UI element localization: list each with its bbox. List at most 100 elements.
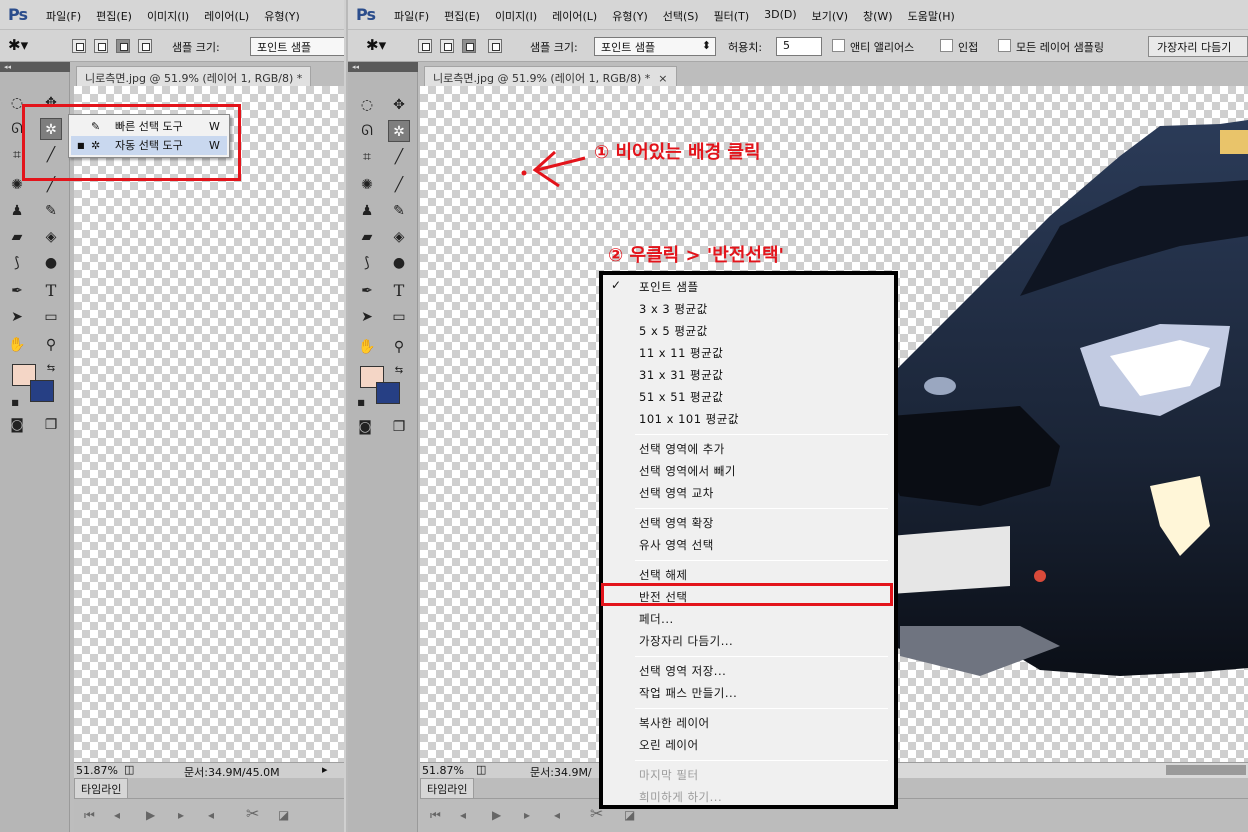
screen-mode-icon[interactable]: ❐ xyxy=(40,414,62,436)
context-menu-item[interactable]: 오린 레이어 xyxy=(609,735,890,756)
stamp-icon-right[interactable]: ♟ xyxy=(356,200,378,222)
add-selection-icon-right[interactable] xyxy=(440,39,454,53)
refine-edge-button[interactable]: 가장자리 다듬기 xyxy=(1148,36,1248,57)
left-menu-item[interactable]: 이미지(I) xyxy=(147,8,189,24)
context-menu-item[interactable]: 선택 영역에서 빼기 xyxy=(609,461,890,482)
background-color-swatch[interactable] xyxy=(30,380,54,402)
timeline-tab-right[interactable]: 타임라인 xyxy=(420,778,475,798)
left-menu-item[interactable]: 편집(E) xyxy=(96,8,132,24)
sample-size-select-right[interactable]: 포인트 샘플 ⬍ xyxy=(594,37,716,56)
timeline-tab[interactable]: 타임라인 xyxy=(74,778,129,798)
context-menu-item[interactable]: 51 x 51 평균값 xyxy=(609,387,890,408)
history-brush-icon[interactable]: ✎ xyxy=(40,200,62,222)
context-menu-item[interactable]: 포인트 샘플 xyxy=(609,277,890,298)
document-tab-right[interactable]: 니로측면.jpg @ 51.9% (레이어 1, RGB/8) * × xyxy=(424,66,677,86)
right-menu-item[interactable]: 창(W) xyxy=(863,8,893,24)
context-menu-item[interactable]: 페더... xyxy=(609,609,890,630)
left-menu-item[interactable]: 레이어(L) xyxy=(204,8,249,24)
subtract-selection-icon-right[interactable] xyxy=(462,39,476,53)
right-menu-item[interactable]: 필터(T) xyxy=(714,8,750,24)
pen-icon[interactable]: ✒ xyxy=(6,280,28,302)
eraser-icon-right[interactable]: ▰ xyxy=(356,226,378,248)
rectangle-icon[interactable]: ▭ xyxy=(40,306,62,328)
context-menu-item[interactable]: 선택 영역 저장... xyxy=(609,661,890,682)
zoom-level[interactable]: 51.87% xyxy=(76,764,118,777)
right-menu-item[interactable]: 편집(E) xyxy=(444,8,480,24)
scissors-icon[interactable]: ✂ xyxy=(246,804,259,823)
left-menu-item[interactable]: 유형(Y) xyxy=(264,8,300,24)
canvas[interactable] xyxy=(74,86,344,762)
crop-icon-right[interactable]: ⌗ xyxy=(356,146,378,168)
context-menu-item[interactable]: 선택 영역 교차 xyxy=(609,483,890,504)
transition-icon-right[interactable]: ◪ xyxy=(624,808,635,822)
add-selection-icon[interactable] xyxy=(94,39,108,53)
first-frame-icon-right[interactable]: ⏮ xyxy=(430,808,441,823)
new-selection-icon-right[interactable] xyxy=(418,39,432,53)
prev-frame-icon[interactable]: ◂ xyxy=(114,808,120,822)
context-menu-item[interactable]: 선택 영역 확장 xyxy=(609,513,890,534)
magic-wand-preset-icon[interactable]: ✱▾ xyxy=(8,36,28,54)
intersect-selection-icon-right[interactable] xyxy=(488,39,502,53)
all-layers-checkbox[interactable] xyxy=(998,39,1011,52)
dodge-icon[interactable]: ● xyxy=(40,252,62,274)
paint-bucket-icon[interactable]: ◈ xyxy=(40,226,62,248)
context-menu-item[interactable]: 3 x 3 평균값 xyxy=(609,299,890,320)
tolerance-input[interactable]: 5 xyxy=(776,37,822,56)
zoom-icon[interactable]: ⚲ xyxy=(40,334,62,356)
screen-mode-icon-right[interactable]: ❐ xyxy=(388,416,410,438)
hand-icon[interactable]: ✋ xyxy=(6,334,28,356)
context-menu-item[interactable]: 5 x 5 평균값 xyxy=(609,321,890,342)
context-menu-item[interactable]: 작업 패스 만들기... xyxy=(609,683,890,704)
prev-frame-icon-right[interactable]: ◂ xyxy=(460,808,466,822)
brush-icon-right[interactable]: ╱ xyxy=(388,174,410,196)
path-selection-icon-right[interactable]: ➤ xyxy=(356,306,378,328)
right-menu-item[interactable]: 레이어(L) xyxy=(552,8,597,24)
blur-icon-right[interactable]: ⟆ xyxy=(356,252,378,274)
blur-icon[interactable]: ⟆ xyxy=(6,252,28,274)
magic-wand-icon-right[interactable]: ✲ xyxy=(388,120,410,142)
quick-mask-icon-right[interactable]: ◙ xyxy=(354,416,376,438)
close-tab-icon[interactable]: × xyxy=(658,72,667,85)
status-arrow-icon[interactable]: ▸ xyxy=(322,763,328,776)
default-colors-icon[interactable]: ■ xyxy=(4,392,26,414)
context-menu-item[interactable]: 가장자리 다듬기... xyxy=(609,631,890,652)
magic-wand-preset-icon-right[interactable]: ✱▾ xyxy=(366,36,386,54)
context-menu-item[interactable]: 선택 영역에 추가 xyxy=(609,439,890,460)
right-menu-item[interactable]: 선택(S) xyxy=(663,8,699,24)
context-menu-item[interactable]: 복사한 레이어 xyxy=(609,713,890,734)
next-frame-icon-right[interactable]: ▸ xyxy=(524,808,530,822)
audio-icon-right[interactable]: ◂ xyxy=(554,808,560,822)
next-frame-icon[interactable]: ▸ xyxy=(178,808,184,822)
healing-icon-right[interactable]: ✺ xyxy=(356,174,378,196)
type-icon-right[interactable]: T xyxy=(388,280,410,302)
right-menu-item[interactable]: 도움말(H) xyxy=(908,8,955,24)
move-icon-right[interactable]: ✥ xyxy=(388,94,410,116)
zoom-icon-right[interactable]: ⚲ xyxy=(388,336,410,358)
lasso-icon-right[interactable]: ᘏ xyxy=(356,120,378,142)
audio-icon[interactable]: ◂ xyxy=(208,808,214,822)
scrollbar-thumb[interactable] xyxy=(1166,765,1246,775)
horizontal-scrollbar[interactable] xyxy=(896,762,1248,778)
context-menu-item[interactable]: 101 x 101 평균값 xyxy=(609,409,890,430)
background-color-swatch-right[interactable] xyxy=(376,382,400,404)
context-menu-item[interactable]: 유사 영역 선택 xyxy=(609,535,890,556)
play-icon[interactable]: ▶ xyxy=(146,808,155,822)
rectangle-icon-right[interactable]: ▭ xyxy=(388,306,410,328)
context-menu-item[interactable]: 11 x 11 평균값 xyxy=(609,343,890,364)
left-menu-item[interactable]: 파일(F) xyxy=(46,8,81,24)
swap-colors-icon[interactable]: ⇆ xyxy=(40,358,62,380)
subtract-selection-icon[interactable] xyxy=(116,39,130,53)
right-menu-item[interactable]: 3D(D) xyxy=(764,8,797,24)
transition-icon[interactable]: ◪ xyxy=(278,808,289,822)
document-tab[interactable]: 니로측면.jpg @ 51.9% (레이어 1, RGB/8) * xyxy=(76,66,312,86)
swap-colors-icon-right[interactable]: ⇆ xyxy=(388,360,410,382)
path-selection-icon[interactable]: ➤ xyxy=(6,306,28,328)
contiguous-checkbox[interactable] xyxy=(940,39,953,52)
stamp-icon[interactable]: ♟ xyxy=(6,200,28,222)
marquee-icon-right[interactable]: ◌ xyxy=(356,94,378,116)
quick-mask-icon[interactable]: ◙ xyxy=(6,414,28,436)
hand-icon-right[interactable]: ✋ xyxy=(356,336,378,358)
eraser-icon[interactable]: ▰ xyxy=(6,226,28,248)
right-menu-item[interactable]: 유형(Y) xyxy=(612,8,648,24)
sample-size-select[interactable]: 포인트 샘플 xyxy=(250,37,344,56)
